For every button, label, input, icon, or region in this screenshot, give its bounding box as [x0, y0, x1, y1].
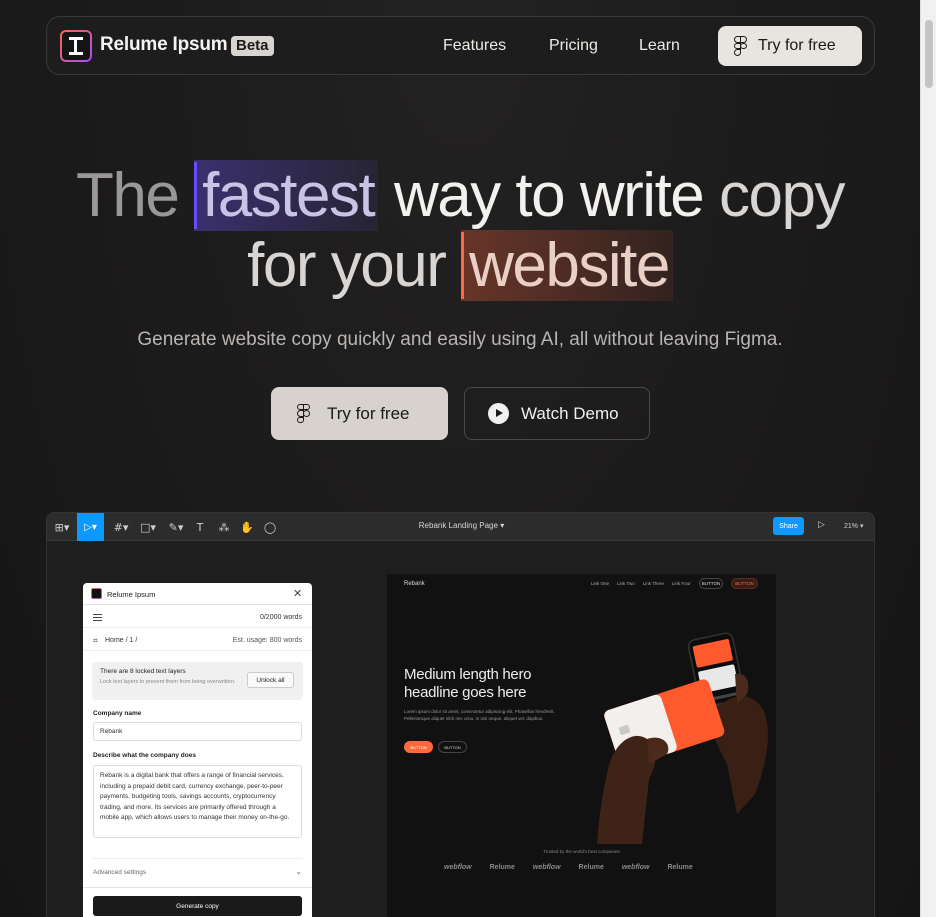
plugin-title: Relume Ipsum — [107, 590, 156, 599]
close-icon[interactable]: ✕ — [293, 587, 302, 600]
webflow-logo: webflow — [532, 864, 561, 871]
divider — [83, 887, 312, 888]
watch-demo-button[interactable]: Watch Demo — [464, 387, 650, 440]
hero-highlight-website: website — [461, 230, 673, 301]
company-logos-row: webflow Relume webflow Relume webflow Re… — [444, 864, 693, 871]
unlock-all-button[interactable]: Unlock all — [247, 672, 294, 688]
describe-company-label: Describe what the company does — [93, 752, 196, 759]
site-nav-links: Link One Link Two Link Three Link Four — [591, 581, 691, 586]
trusted-by-text: Trusted by the world's best companies — [543, 849, 620, 854]
present-play-icon[interactable]: ▷ — [818, 520, 825, 530]
advanced-settings-toggle[interactable]: Advanced settings ⌄ — [93, 858, 302, 876]
file-title-text: Rebank Landing Page — [418, 521, 498, 530]
hand-holding-card-phone-image — [597, 632, 768, 844]
plugin-header: Relume Ipsum ✕ — [83, 583, 312, 605]
watch-demo-label: Watch Demo — [521, 403, 619, 423]
hero-headline-line2: for your website — [0, 230, 920, 301]
brand-name[interactable]: Relume Ipsum — [100, 34, 228, 56]
site-cta-primary: BUTTON — [404, 741, 433, 753]
play-icon — [488, 403, 509, 424]
advanced-settings-label: Advanced settings — [93, 869, 147, 876]
hero-word: copy — [719, 161, 845, 230]
relume-logo: Relume — [667, 864, 693, 871]
site-headline: Medium length hero headline goes here — [404, 666, 532, 701]
site-nav-link: Link Four — [671, 581, 691, 586]
generate-copy-button[interactable]: Generate copy — [93, 896, 302, 916]
site-nav-link: Link One — [591, 581, 610, 586]
describe-company-textarea[interactable]: Rebank is a digital bank that offers a r… — [93, 765, 302, 838]
nav-link-learn[interactable]: Learn — [639, 37, 680, 55]
zoom-level[interactable]: 21% ▾ — [844, 522, 863, 530]
hero-primary-label: Try for free — [327, 403, 410, 423]
locked-layers-notice: There are 8 locked text layers Lock text… — [92, 662, 303, 700]
website-frame-preview[interactable]: Rebank Link One Link Two Link Three Link… — [387, 574, 776, 917]
plugin-words-row: 0/2000 words — [83, 606, 312, 628]
word-count: 0/2000 words — [259, 614, 302, 621]
notice-text: Lock text layers to prevent them from be… — [100, 679, 236, 685]
nav-cta-label: Try for free — [758, 37, 836, 54]
hero-headline-line1: The fastest way to write copy — [0, 160, 920, 231]
breadcrumb[interactable]: Home / 1 / — [105, 637, 137, 644]
relume-logo: Relume — [578, 864, 604, 871]
site-paragraph: Lorem ipsum dolor sit amet, consectetur … — [404, 709, 555, 721]
figma-file-title[interactable]: Rebank Landing Page ▾ — [47, 521, 874, 530]
site-nav-button-accent: BUTTON — [731, 578, 758, 589]
figma-icon — [297, 403, 311, 424]
notice-title: There are 8 locked text layers — [100, 668, 186, 675]
hero-word: The — [76, 161, 180, 230]
webflow-logo: webflow — [444, 864, 472, 871]
zoom-value: 21% — [844, 523, 859, 530]
site-nav-button: BUTTON — [699, 578, 723, 589]
plugin-breadcrumb-row: ⌗ Home / 1 / Est. usage: 800 words — [83, 629, 312, 651]
figma-preview-window: ⊞▾ ▷▾ #▾ □▾ ✎▾ T ⁂ ✋ ◯ Rebank Landing Pa… — [46, 512, 875, 917]
site-nav-link: Link Three — [642, 581, 664, 586]
top-nav: Relume Ipsum Beta Features Pricing Learn… — [46, 16, 875, 75]
frame-grid-icon: ⌗ — [93, 636, 98, 645]
nav-link-features[interactable]: Features — [443, 37, 506, 55]
figma-toolbar: ⊞▾ ▷▾ #▾ □▾ ✎▾ T ⁂ ✋ ◯ Rebank Landing Pa… — [47, 513, 874, 541]
scrollbar-thumb[interactable] — [925, 20, 933, 88]
beta-badge: Beta — [231, 36, 274, 56]
plugin-logo-icon — [91, 588, 102, 599]
usage-estimate: Est. usage: 800 words — [232, 637, 302, 644]
company-name-label: Company name — [93, 710, 142, 717]
nav-link-pricing[interactable]: Pricing — [549, 37, 598, 55]
hamburger-menu-icon[interactable] — [93, 614, 102, 621]
chevron-down-icon: ⌄ — [295, 867, 302, 876]
hero-highlight-fastest: fastest — [194, 160, 379, 231]
webflow-logo: webflow — [621, 864, 650, 871]
hero-subtitle: Generate website copy quickly and easily… — [137, 329, 783, 350]
landing-page: Relume Ipsum Beta Features Pricing Learn… — [0, 0, 920, 917]
hero-word: for your — [247, 231, 447, 300]
site-cta-secondary: BUTTON — [438, 741, 467, 753]
relume-logo-icon[interactable] — [60, 30, 92, 62]
hero-word: way to write — [393, 161, 705, 230]
page-scrollbar[interactable] — [920, 0, 936, 917]
hero-try-free-button[interactable]: Try for free — [271, 387, 448, 440]
site-logo: Rebank — [404, 581, 425, 587]
figma-icon — [734, 36, 748, 56]
company-name-input[interactable]: Rebank — [93, 722, 302, 741]
nav-try-free-button[interactable]: Try for free — [718, 26, 862, 66]
share-button[interactable]: Share — [773, 517, 804, 535]
relume-plugin-panel: Relume Ipsum ✕ 0/2000 words ⌗ Home / 1 /… — [83, 583, 312, 917]
site-nav-link: Link Two — [617, 581, 635, 586]
relume-logo: Relume — [489, 864, 515, 871]
